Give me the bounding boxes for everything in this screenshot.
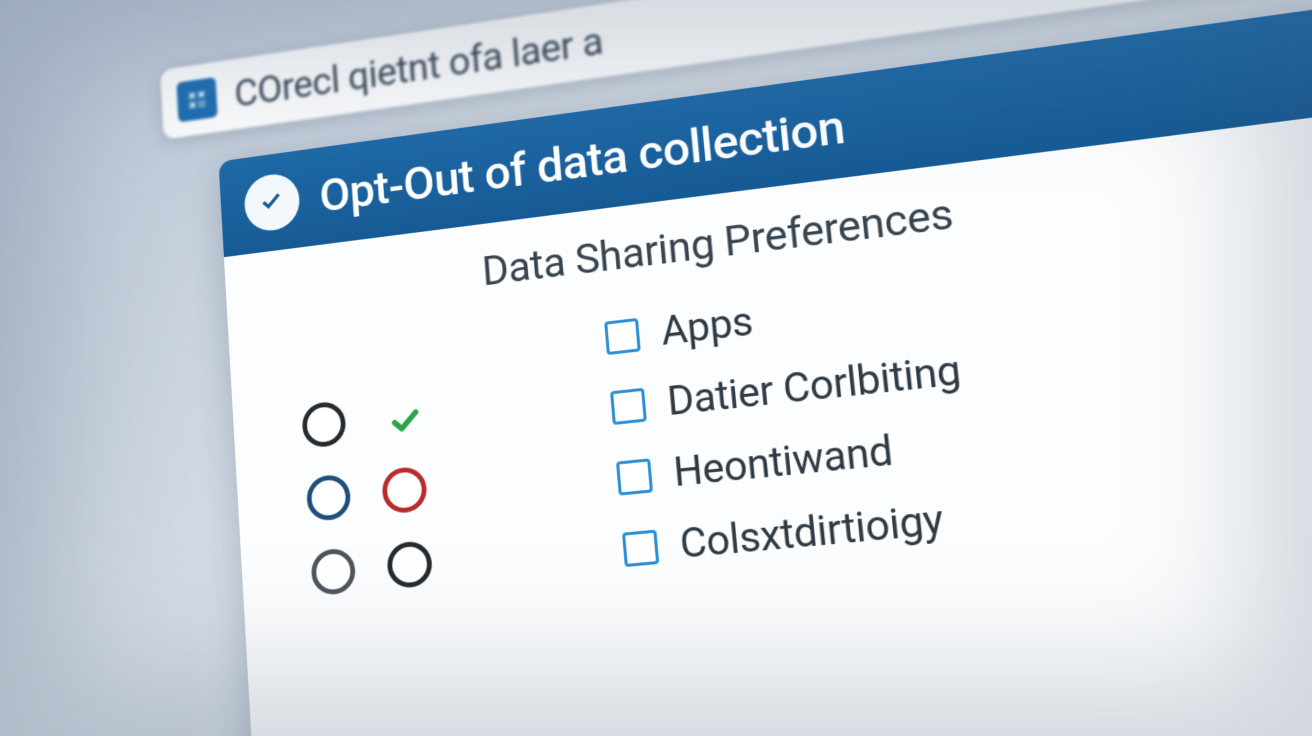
radio-option-red[interactable] [381, 465, 428, 514]
checkbox-label: Datier Corlbiting [665, 346, 962, 425]
checkbox-icon[interactable] [604, 317, 641, 354]
radio-option-grey[interactable] [310, 547, 356, 596]
checkbox-label: Apps [659, 298, 755, 355]
checkbox-label: Colsxtdirtioigy [678, 496, 946, 568]
privacy-settings-panel: Opt-Out of data collection Data Sharing … [218, 0, 1312, 736]
checkbox-label: Heontiwand [672, 427, 895, 496]
address-bar-text: COrecl qietnt ofa laer a [233, 18, 604, 115]
check-circle-icon [243, 171, 301, 234]
color-radio-palette [256, 252, 487, 612]
checkbox-icon[interactable] [622, 529, 659, 566]
check-icon [376, 390, 435, 452]
checkbox-icon[interactable] [616, 458, 653, 495]
checkbox-icon[interactable] [610, 387, 647, 424]
radio-option-black[interactable] [301, 400, 347, 449]
app-glyph-icon [176, 77, 217, 122]
radio-option-blue[interactable] [306, 473, 352, 522]
radio-option-black-2[interactable] [386, 540, 433, 589]
